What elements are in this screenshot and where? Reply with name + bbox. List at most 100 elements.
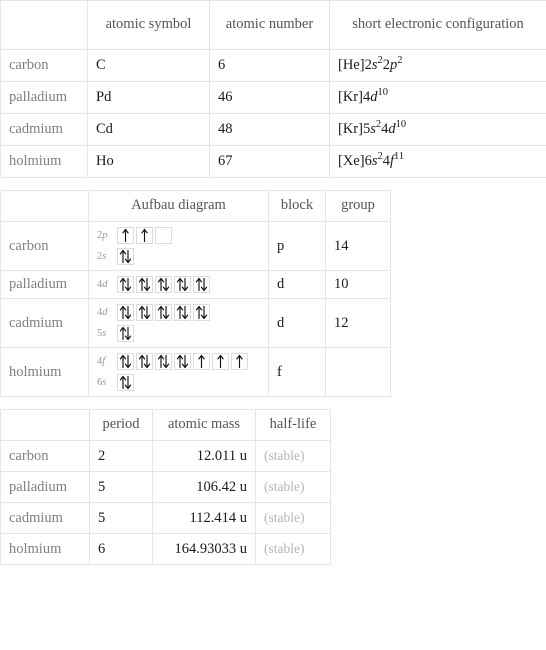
aufbau-orbital-boxes: [117, 374, 134, 391]
orbital-box-pair: [174, 276, 191, 293]
orbital-box-pair: [136, 353, 153, 370]
column-header-atomic-symbol: atomic symbol: [87, 0, 210, 50]
aufbau-shell-label: 4f: [97, 356, 106, 367]
orbital-box-up: [136, 227, 153, 244]
table-gap-2: [0, 397, 546, 409]
cell-atomic-mass: 112.414 u: [152, 502, 256, 534]
cell-half-life: (stable): [255, 471, 331, 503]
orbital-box-pair: [193, 304, 210, 321]
orbital-box-pair: [174, 353, 191, 370]
table-row: palladium 5 106.42 u (stable): [0, 471, 331, 503]
aufbau-orbital-boxes: [117, 304, 210, 321]
orbital-box-pair: [117, 374, 134, 391]
orbital-box-pair: [174, 304, 191, 321]
aufbau-shell-row: 4f: [97, 353, 260, 370]
table-row: carbon 2 12.011 u (stable): [0, 440, 331, 472]
cell-half-life: (stable): [255, 502, 331, 534]
orbital-box-up: [231, 353, 248, 370]
aufbau-shell-label: 2s: [97, 251, 107, 262]
cell-block: d: [268, 298, 326, 348]
row-header-element-name: palladium: [0, 81, 88, 114]
row-header-element-name: palladium: [0, 471, 90, 503]
orbital-box-empty: [155, 227, 172, 244]
table-row: holmium 6 164.93033 u (stable): [0, 533, 331, 565]
cell-period: 5: [89, 471, 153, 503]
aufbau-shell-row: 2p: [97, 227, 260, 244]
table-header-row: Aufbau diagram block group: [0, 190, 391, 222]
column-header-atomic-number: atomic number: [209, 0, 330, 50]
orbital-box-pair: [155, 276, 172, 293]
cell-aufbau-diagram: 4d: [88, 270, 269, 299]
aufbau-orbital-boxes: [117, 248, 134, 265]
cell-block: p: [268, 221, 326, 271]
cell-group: 12: [325, 298, 391, 348]
cell-period: 6: [89, 533, 153, 565]
table-row: cadmium 5s 4d d 12: [0, 298, 391, 348]
column-header-atomic-mass: atomic mass: [152, 409, 256, 441]
orbital-box-up: [117, 227, 134, 244]
table-row: palladium 4d d 10: [0, 270, 391, 299]
aufbau-shell-label: 4d: [97, 307, 108, 318]
cell-group: 14: [325, 221, 391, 271]
table-row: holmium 6s 4f f: [0, 347, 391, 397]
table-row: palladium Pd 46 [Kr]4d10: [0, 81, 546, 114]
orbital-box-pair: [117, 248, 134, 265]
row-header-element-name: carbon: [0, 49, 88, 82]
row-header-element-name: cadmium: [0, 502, 90, 534]
cell-half-life: (stable): [255, 440, 331, 472]
row-header-element-name: holmium: [0, 145, 88, 178]
cell-short-electronic-configuration: [He]2s22p2: [329, 49, 546, 82]
aufbau-orbital-boxes: [117, 227, 172, 244]
cell-atomic-mass: 164.93033 u: [152, 533, 256, 565]
orbital-box-up: [212, 353, 229, 370]
row-header-element-name: cadmium: [0, 113, 88, 146]
aufbau-table: Aufbau diagram block group carbon 2s 2p p 14…: [0, 190, 391, 397]
orbital-box-pair: [117, 325, 134, 342]
cell-atomic-symbol: C: [87, 49, 210, 82]
column-header-group: group: [325, 190, 391, 222]
cell-atomic-symbol: Cd: [87, 113, 210, 146]
column-header-corner: [0, 0, 88, 50]
aufbau-diagram: 2s 2p: [97, 227, 260, 265]
orbital-box-pair: [136, 304, 153, 321]
aufbau-shell-label: 2p: [97, 230, 108, 241]
cell-aufbau-diagram: 2s 2p: [88, 221, 269, 271]
aufbau-shell-label: 4d: [97, 279, 108, 290]
column-header-corner: [0, 409, 90, 441]
cell-short-electronic-configuration: [Kr]4d10: [329, 81, 546, 114]
cell-block: d: [268, 270, 326, 299]
table-header-row: atomic symbol atomic number short electr…: [0, 0, 546, 50]
cell-half-life: (stable): [255, 533, 331, 565]
row-header-element-name: cadmium: [0, 298, 89, 348]
cell-atomic-number: 46: [209, 81, 330, 114]
column-header-half-life: half-life: [255, 409, 331, 441]
cell-group: [325, 347, 391, 397]
aufbau-diagram: 5s 4d: [97, 304, 260, 342]
table-row: carbon C 6 [He]2s22p2: [0, 49, 546, 82]
orbital-box-pair: [117, 276, 134, 293]
cell-short-electronic-configuration: [Xe]6s24f11: [329, 145, 546, 178]
cell-group: 10: [325, 270, 391, 299]
row-header-element-name: carbon: [0, 440, 90, 472]
aufbau-shell-label: 6s: [97, 377, 107, 388]
atomic-identity-table: atomic symbol atomic number short electr…: [0, 0, 546, 178]
properties-table: period atomic mass half-life carbon 2 12.0…: [0, 409, 331, 565]
table-row: carbon 2s 2p p 14: [0, 221, 391, 271]
cell-short-electronic-configuration: [Kr]5s24d10: [329, 113, 546, 146]
orbital-box-pair: [117, 353, 134, 370]
orbital-box-pair: [136, 276, 153, 293]
orbital-box-pair: [155, 304, 172, 321]
cell-atomic-number: 48: [209, 113, 330, 146]
aufbau-shell-row: 5s: [97, 325, 260, 342]
cell-period: 5: [89, 502, 153, 534]
cell-atomic-symbol: Pd: [87, 81, 210, 114]
aufbau-diagram: 4d: [97, 276, 260, 293]
aufbau-shell-row: 4d: [97, 304, 260, 321]
aufbau-shell-row: 2s: [97, 248, 260, 265]
cell-atomic-mass: 106.42 u: [152, 471, 256, 503]
orbital-box-pair: [117, 304, 134, 321]
row-header-element-name: holmium: [0, 533, 90, 565]
orbital-box-pair: [155, 353, 172, 370]
row-header-element-name: holmium: [0, 347, 89, 397]
cell-aufbau-diagram: 6s 4f: [88, 347, 269, 397]
